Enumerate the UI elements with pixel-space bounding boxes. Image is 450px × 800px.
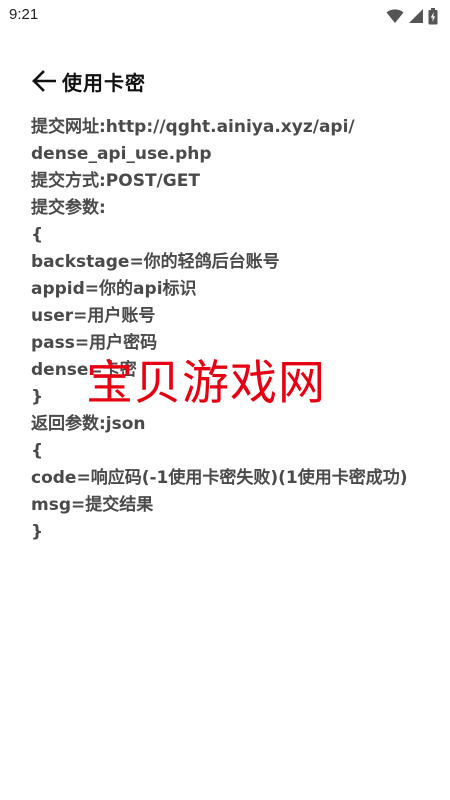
status-icons: [386, 7, 438, 25]
page-title: 使用卡密: [62, 70, 146, 95]
app-bar: 使用卡密: [30, 64, 146, 98]
doc-line-brace-open-2: {: [31, 441, 44, 461]
doc-line-appid: appid=你的api标识: [31, 279, 197, 299]
doc-line-url-cont: dense_api_use.php: [31, 144, 212, 164]
doc-line-user: user=用户账号: [31, 306, 156, 326]
status-time: 9:21: [9, 6, 39, 23]
api-doc-content: 提交网址:http://qght.ainiya.xyz/api/ dense_a…: [31, 114, 423, 546]
doc-line-params-label: 提交参数:: [31, 198, 106, 218]
watermark: 宝贝游戏网: [86, 356, 326, 411]
status-bar: 9:21: [0, 0, 450, 32]
back-button[interactable]: [30, 67, 58, 95]
doc-line-brace-close-2: }: [31, 522, 44, 542]
doc-line-return-label: 返回参数:json: [31, 414, 146, 434]
doc-line-url: 提交网址:http://qght.ainiya.xyz/api/: [31, 117, 355, 137]
doc-line-code: code=响应码(-1使用卡密失败)(1使用卡密成功): [31, 468, 408, 488]
doc-line-method: 提交方式:POST/GET: [31, 171, 200, 191]
doc-line-msg: msg=提交结果: [31, 495, 154, 515]
signal-icon: [409, 9, 423, 23]
battery-icon: [428, 7, 438, 24]
doc-line-backstage: backstage=你的轻鸽后台账号: [31, 252, 280, 272]
doc-line-brace-open: {: [31, 225, 44, 245]
arrow-left-icon: [32, 70, 56, 92]
wifi-icon: [386, 9, 404, 23]
